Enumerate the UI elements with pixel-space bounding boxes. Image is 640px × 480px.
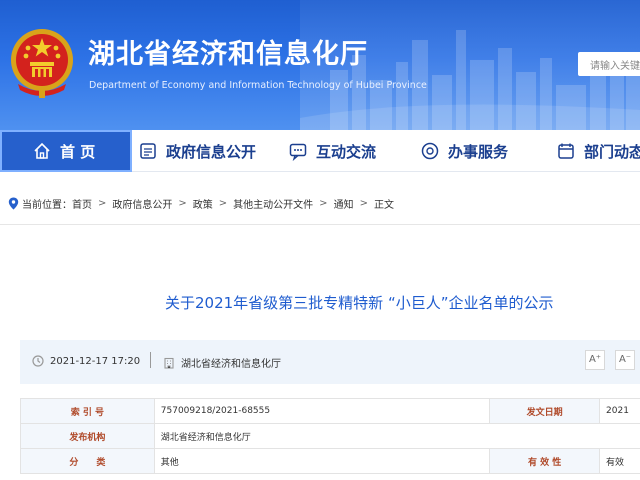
- breadcrumb-separator: >: [98, 198, 107, 209]
- breadcrumb-policy[interactable]: 政策: [193, 196, 213, 211]
- national-emblem-icon: [11, 29, 73, 98]
- article-source: 湖北省经济和信息化厅: [163, 355, 281, 370]
- breadcrumb-notice[interactable]: 通知: [334, 196, 354, 211]
- search-input[interactable]: 请输入关键: [578, 52, 640, 76]
- table-cell-label: 发布机构: [20, 423, 155, 449]
- breadcrumb-home[interactable]: 首页: [72, 196, 92, 211]
- table-row: 索 引 号 757009218/2021-68555 发文日期 2021: [20, 398, 640, 424]
- document-info-table: 索 引 号 757009218/2021-68555 发文日期 2021 发布机…: [20, 398, 640, 474]
- nav-item-interaction[interactable]: 互动交流: [288, 130, 376, 172]
- building-icon: [164, 357, 174, 369]
- nav-item-home[interactable]: 首 页: [0, 130, 132, 172]
- font-larger-button[interactable]: A⁺: [585, 350, 605, 370]
- service-icon: [421, 142, 439, 160]
- breadcrumb-prefix: 当前位置：: [22, 200, 72, 211]
- article-title: 关于2021年省级第三批专精特新 “小巨人”企业名单的公示: [165, 294, 554, 312]
- home-icon: [34, 142, 50, 159]
- nav-item-label: 政府信息公开: [166, 142, 257, 161]
- article-date: 2021-12-17 17:20: [32, 355, 140, 367]
- table-cell-value: 有效: [599, 448, 640, 474]
- nav-item-services[interactable]: 办事服务: [420, 130, 508, 172]
- location-pin-icon: [8, 197, 19, 210]
- nav-item-label: 首 页: [60, 142, 96, 161]
- table-row: 发布机构 湖北省经济和信息化厅: [20, 423, 640, 449]
- breadcrumb-gov-info[interactable]: 政府信息公开: [112, 196, 172, 211]
- news-icon: [558, 143, 574, 159]
- site-title: 湖北省经济和信息化厅: [88, 39, 368, 70]
- article-date-text: 2021-12-17 17:20: [50, 355, 141, 367]
- nav-item-label: 互动交流: [316, 142, 377, 161]
- divider: [0, 224, 640, 225]
- nav-item-label: 部门动态: [584, 142, 640, 161]
- table-cell-value: 2021: [599, 398, 640, 424]
- breadcrumb-separator: >: [319, 198, 328, 209]
- breadcrumb-other-files[interactable]: 其他主动公开文件: [233, 196, 313, 211]
- table-cell-label: 有 效 性: [489, 448, 601, 474]
- meta-divider: [150, 352, 151, 368]
- chat-icon: [289, 143, 307, 161]
- table-cell-value: 757009218/2021-68555: [153, 398, 491, 424]
- breadcrumb-separator: >: [218, 198, 228, 209]
- table-cell-value: 湖北省经济和信息化厅: [153, 423, 640, 449]
- font-smaller-button[interactable]: A⁻: [615, 350, 635, 370]
- breadcrumb: 当前位置： 首页 > 政府信息公开 > 政策 > 其他主动公开文件 > 通知 >…: [8, 196, 394, 211]
- table-cell-label: 分 类: [20, 448, 155, 474]
- table-row: 分 类 其他 有 效 性 有效: [20, 448, 640, 474]
- table-cell-value: 其他: [153, 448, 491, 474]
- breadcrumb-current: 正文: [373, 200, 394, 211]
- site-subtitle: Department of Economy and Information Te…: [89, 80, 427, 91]
- nav-item-gov-info[interactable]: 政府信息公开: [138, 130, 256, 172]
- clock-icon: [32, 355, 44, 367]
- nav-item-label: 办事服务: [448, 142, 509, 161]
- table-cell-label: 索 引 号: [20, 398, 155, 424]
- site-header: 湖北省经济和信息化厅 Department of Economy and Inf…: [0, 0, 640, 130]
- article-source-text: 湖北省经济和信息化厅: [181, 359, 281, 370]
- table-cell-label: 发文日期: [489, 398, 601, 424]
- breadcrumb-separator: >: [178, 198, 187, 209]
- nav-item-dept-news[interactable]: 部门动态: [556, 130, 640, 172]
- document-icon: [140, 143, 156, 159]
- breadcrumb-separator: >: [359, 198, 368, 209]
- main-nav: 首 页 政府信息公开 互动交流 办事服务 部门动态: [0, 130, 640, 172]
